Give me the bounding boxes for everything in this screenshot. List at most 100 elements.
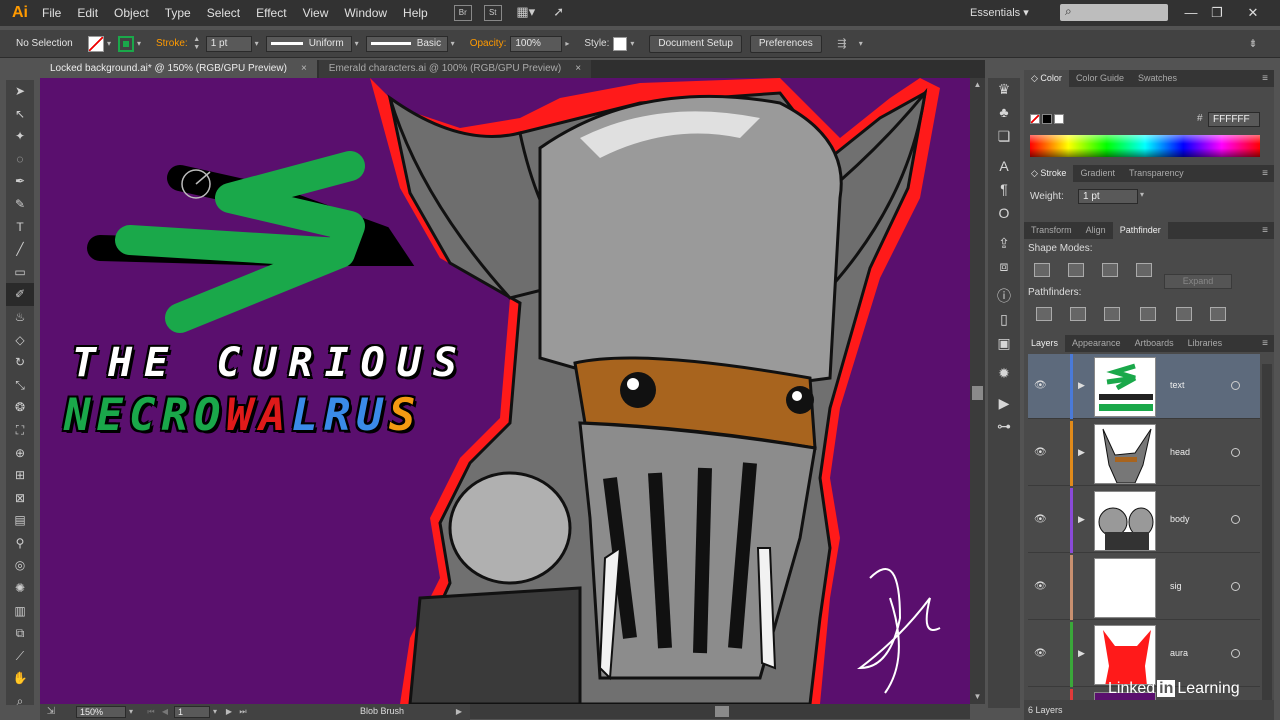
- expand-layer-icon[interactable]: ▶: [1078, 380, 1085, 391]
- stroke-label[interactable]: Stroke:: [156, 38, 188, 49]
- paintbrush-icon[interactable]: ♨: [6, 306, 34, 329]
- panel-menu-icon[interactable]: ≡: [1262, 222, 1268, 239]
- stroke-swatch[interactable]: [118, 35, 134, 52]
- stroke-weight-dropdown-icon[interactable]: ▾: [252, 36, 262, 52]
- status-menu-icon[interactable]: ▶: [454, 704, 464, 720]
- links-icon[interactable]: ⊶: [988, 415, 1020, 437]
- weight-dropdown-icon[interactable]: ▾: [1140, 190, 1144, 199]
- fill-dropdown-icon[interactable]: ▾: [104, 36, 114, 52]
- horizontal-scrollbar[interactable]: [470, 704, 970, 719]
- opacity-field[interactable]: 100%: [510, 35, 563, 52]
- zoom-field[interactable]: 150%: [76, 706, 126, 718]
- expand-button[interactable]: Expand: [1164, 274, 1232, 289]
- rectangle-icon[interactable]: ▭: [6, 261, 34, 284]
- transform-panel-icon[interactable]: ⧈: [988, 255, 1020, 277]
- unite-icon[interactable]: [1034, 263, 1050, 277]
- visibility-eye-icon[interactable]: 👁: [1034, 447, 1047, 458]
- menu-view[interactable]: View: [295, 0, 337, 26]
- opacity-label[interactable]: Opacity:: [470, 38, 507, 49]
- close-icon[interactable]: ✕: [1240, 0, 1266, 26]
- menu-effect[interactable]: Effect: [248, 0, 294, 26]
- workspace-switcher[interactable]: Essentials ▾: [970, 0, 1029, 26]
- pen-icon[interactable]: ✒: [6, 170, 34, 193]
- eraser-icon[interactable]: ◇: [6, 329, 34, 352]
- mesh-icon[interactable]: ⊠: [6, 487, 34, 510]
- opentype-icon[interactable]: O: [988, 202, 1020, 224]
- tab-transparency[interactable]: Transparency: [1122, 165, 1191, 182]
- previous-artboard-icon[interactable]: ◀: [160, 704, 170, 720]
- asset-export-icon[interactable]: ⇪: [988, 232, 1020, 254]
- tab-swatches[interactable]: Swatches: [1131, 70, 1184, 87]
- rotate-icon[interactable]: ↻: [6, 351, 34, 374]
- layer-row-sig[interactable]: 👁 sig: [1028, 555, 1260, 620]
- artboard-dropdown-icon[interactable]: ▾: [210, 704, 220, 720]
- selection-icon[interactable]: ➤: [6, 80, 34, 103]
- line-icon[interactable]: ╱: [6, 238, 34, 261]
- layer-target-icon[interactable]: [1231, 649, 1240, 658]
- next-artboard-icon[interactable]: ▶: [224, 704, 234, 720]
- tab-libraries[interactable]: Libraries: [1181, 335, 1230, 352]
- crop-icon[interactable]: [1140, 307, 1156, 321]
- paragraph-icon[interactable]: ¶: [988, 178, 1020, 200]
- menu-type[interactable]: Type: [157, 0, 199, 26]
- symbols-icon[interactable]: ♣: [988, 101, 1020, 123]
- column-graph-icon[interactable]: ▥: [6, 600, 34, 623]
- stroke-stepper-icon[interactable]: ▲ ▼: [192, 36, 202, 52]
- brush-dropdown-icon[interactable]: ▾: [448, 36, 458, 52]
- title-line-2[interactable]: NECROWALRUS: [64, 390, 421, 441]
- control-menu-icon[interactable]: ▾: [856, 36, 866, 52]
- layer-row-text[interactable]: 👁 ▶ text: [1028, 354, 1260, 419]
- panel-menu-icon[interactable]: ≡: [1262, 165, 1268, 182]
- layer-name[interactable]: body: [1170, 514, 1190, 524]
- tab-locked-background[interactable]: Locked background.ai* @ 150% (RGB/GPU Pr…: [40, 60, 317, 78]
- white-swatch[interactable]: [1054, 114, 1064, 124]
- info-icon[interactable]: ⓘ: [988, 285, 1020, 307]
- visibility-eye-icon[interactable]: 👁: [1034, 514, 1047, 525]
- merge-icon[interactable]: [1104, 307, 1120, 321]
- eyedropper-icon[interactable]: ⚲: [6, 532, 34, 555]
- slice-icon[interactable]: ⟋: [6, 645, 34, 668]
- trim-icon[interactable]: [1070, 307, 1086, 321]
- black-swatch[interactable]: [1042, 114, 1052, 124]
- visibility-eye-icon[interactable]: 👁: [1034, 581, 1047, 592]
- free-transform-icon[interactable]: ⛶: [6, 419, 34, 442]
- scale-icon[interactable]: ⤡: [6, 374, 34, 397]
- tab-gradient[interactable]: Gradient: [1073, 165, 1122, 182]
- document-setup-button[interactable]: Document Setup: [649, 34, 742, 53]
- visibility-eye-icon[interactable]: 👁: [1034, 380, 1047, 391]
- layer-target-icon[interactable]: [1231, 515, 1240, 524]
- blend-icon[interactable]: ◎: [6, 554, 34, 577]
- opacity-arrow-icon[interactable]: ▸: [562, 36, 572, 52]
- navigator-icon[interactable]: ▣: [988, 332, 1020, 354]
- zoom-icon[interactable]: ⌕: [6, 690, 34, 713]
- stroke-weight-field[interactable]: 1 pt: [205, 35, 252, 52]
- search-input[interactable]: ⌕: [1060, 4, 1168, 21]
- artboard-icon[interactable]: ⧉: [6, 622, 34, 645]
- perspective-icon[interactable]: ⊞: [6, 464, 34, 487]
- tab-pathfinder[interactable]: Pathfinder: [1112, 222, 1168, 239]
- exclude-icon[interactable]: [1136, 263, 1152, 277]
- curvature-icon[interactable]: ✎: [6, 193, 34, 216]
- divide-icon[interactable]: [1036, 307, 1052, 321]
- menu-file[interactable]: File: [34, 0, 69, 26]
- export-icon[interactable]: ⇲: [46, 704, 56, 720]
- menu-object[interactable]: Object: [106, 0, 157, 26]
- bridge-icon[interactable]: Br: [453, 5, 472, 21]
- style-dropdown-icon[interactable]: ▾: [627, 36, 637, 52]
- close-tab-icon[interactable]: ×: [301, 63, 307, 74]
- layer-target-icon[interactable]: [1231, 381, 1240, 390]
- visibility-eye-icon[interactable]: 👁: [1034, 648, 1047, 659]
- artboard-field[interactable]: 1: [174, 706, 210, 718]
- gpu-performance-icon[interactable]: ➚: [550, 5, 568, 21]
- character-icon[interactable]: A: [988, 155, 1020, 177]
- tab-artboards[interactable]: Artboards: [1128, 335, 1181, 352]
- layer-row-aura[interactable]: 👁 ▶ aura: [1028, 622, 1260, 687]
- zoom-dropdown-icon[interactable]: ▾: [126, 704, 136, 720]
- minus-front-icon[interactable]: [1068, 263, 1084, 277]
- layer-target-icon[interactable]: [1231, 448, 1240, 457]
- layer-name[interactable]: aura: [1170, 648, 1188, 658]
- color-spectrum[interactable]: [1030, 135, 1260, 157]
- type-icon[interactable]: T: [6, 216, 34, 239]
- tab-align[interactable]: Align: [1079, 222, 1113, 239]
- magic-wand-icon[interactable]: ✦: [6, 125, 34, 148]
